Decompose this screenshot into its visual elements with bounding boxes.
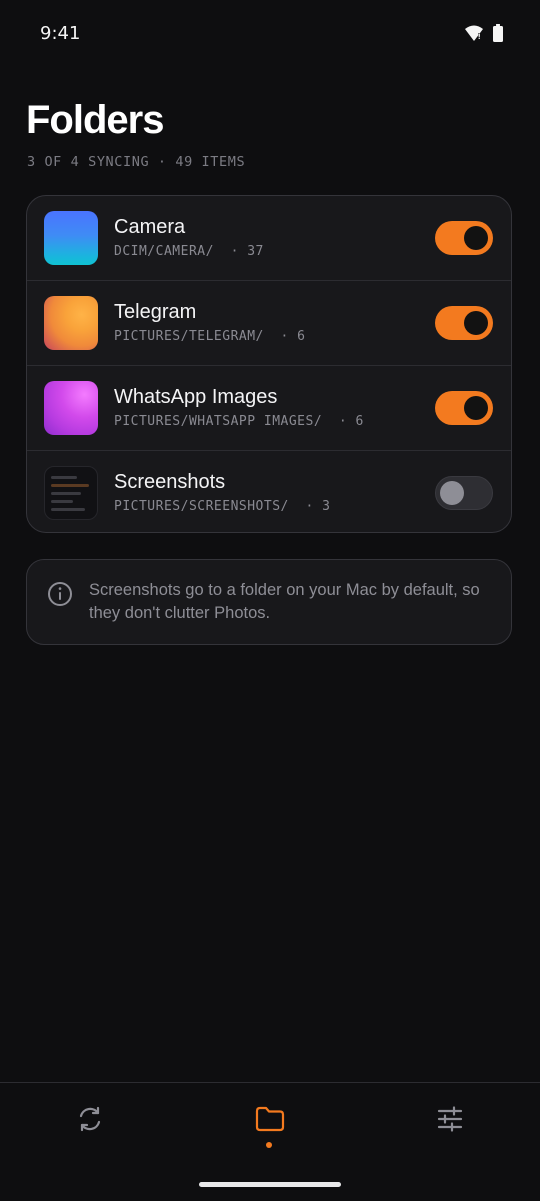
tab-sync[interactable] (70, 1101, 110, 1141)
folder-thumbnail (44, 466, 98, 520)
folder-row-whatsapp-images[interactable]: WhatsApp Images PICTURES/WHATSAPP IMAGES… (27, 366, 511, 451)
sync-toggle-screenshots[interactable] (435, 476, 493, 510)
folder-path: DCIM/CAMERA/ · 37 (114, 244, 264, 259)
toggle-knob (464, 311, 488, 335)
wifi-icon (464, 24, 484, 47)
toggle-knob (440, 481, 464, 505)
toggle-knob (464, 396, 488, 420)
folder-name: Screenshots (114, 471, 226, 493)
folder-name: Telegram (114, 301, 197, 323)
folder-row-camera[interactable]: Camera DCIM/CAMERA/ · 37 (27, 196, 511, 281)
info-message: Screenshots go to a folder on your Mac b… (89, 581, 480, 622)
sync-toggle-camera[interactable] (435, 221, 493, 255)
folder-thumbnail (44, 296, 98, 350)
toggle-knob (464, 226, 488, 250)
sliders-icon (436, 1105, 464, 1138)
info-card: Screenshots go to a folder on your Mac b… (26, 559, 512, 645)
battery-icon (492, 24, 504, 47)
page-title: Folders (26, 98, 164, 142)
home-indicator[interactable] (199, 1182, 341, 1187)
folder-thumbnail (44, 211, 98, 265)
info-icon (47, 581, 73, 607)
folder-path: PICTURES/SCREENSHOTS/ · 3 (114, 499, 331, 514)
folder-name: Camera (114, 216, 186, 238)
folder-row-telegram[interactable]: Telegram PICTURES/TELEGRAM/ · 6 (27, 281, 511, 366)
folder-name: WhatsApp Images (114, 386, 278, 408)
sync-toggle-telegram[interactable] (435, 306, 493, 340)
status-bar: 9:41 (0, 0, 540, 68)
status-icons (464, 24, 504, 47)
folder-thumbnail (44, 381, 98, 435)
tab-settings[interactable] (430, 1101, 470, 1141)
folder-path: PICTURES/TELEGRAM/ · 6 (114, 329, 306, 344)
folder-icon (254, 1105, 286, 1138)
folder-path: PICTURES/WHATSAPP IMAGES/ · 6 (114, 414, 364, 429)
tab-folders[interactable] (250, 1101, 290, 1141)
sync-icon (76, 1105, 104, 1138)
sync-toggle-whatsapp-images[interactable] (435, 391, 493, 425)
folder-list: Camera DCIM/CAMERA/ · 37 Telegram PICTUR… (26, 195, 512, 533)
sync-summary: 3 OF 4 SYNCING · 49 ITEMS (27, 154, 246, 170)
active-tab-indicator (266, 1142, 272, 1148)
status-time: 9:41 (40, 23, 81, 44)
folder-row-screenshots[interactable]: Screenshots PICTURES/SCREENSHOTS/ · 3 (27, 451, 511, 532)
